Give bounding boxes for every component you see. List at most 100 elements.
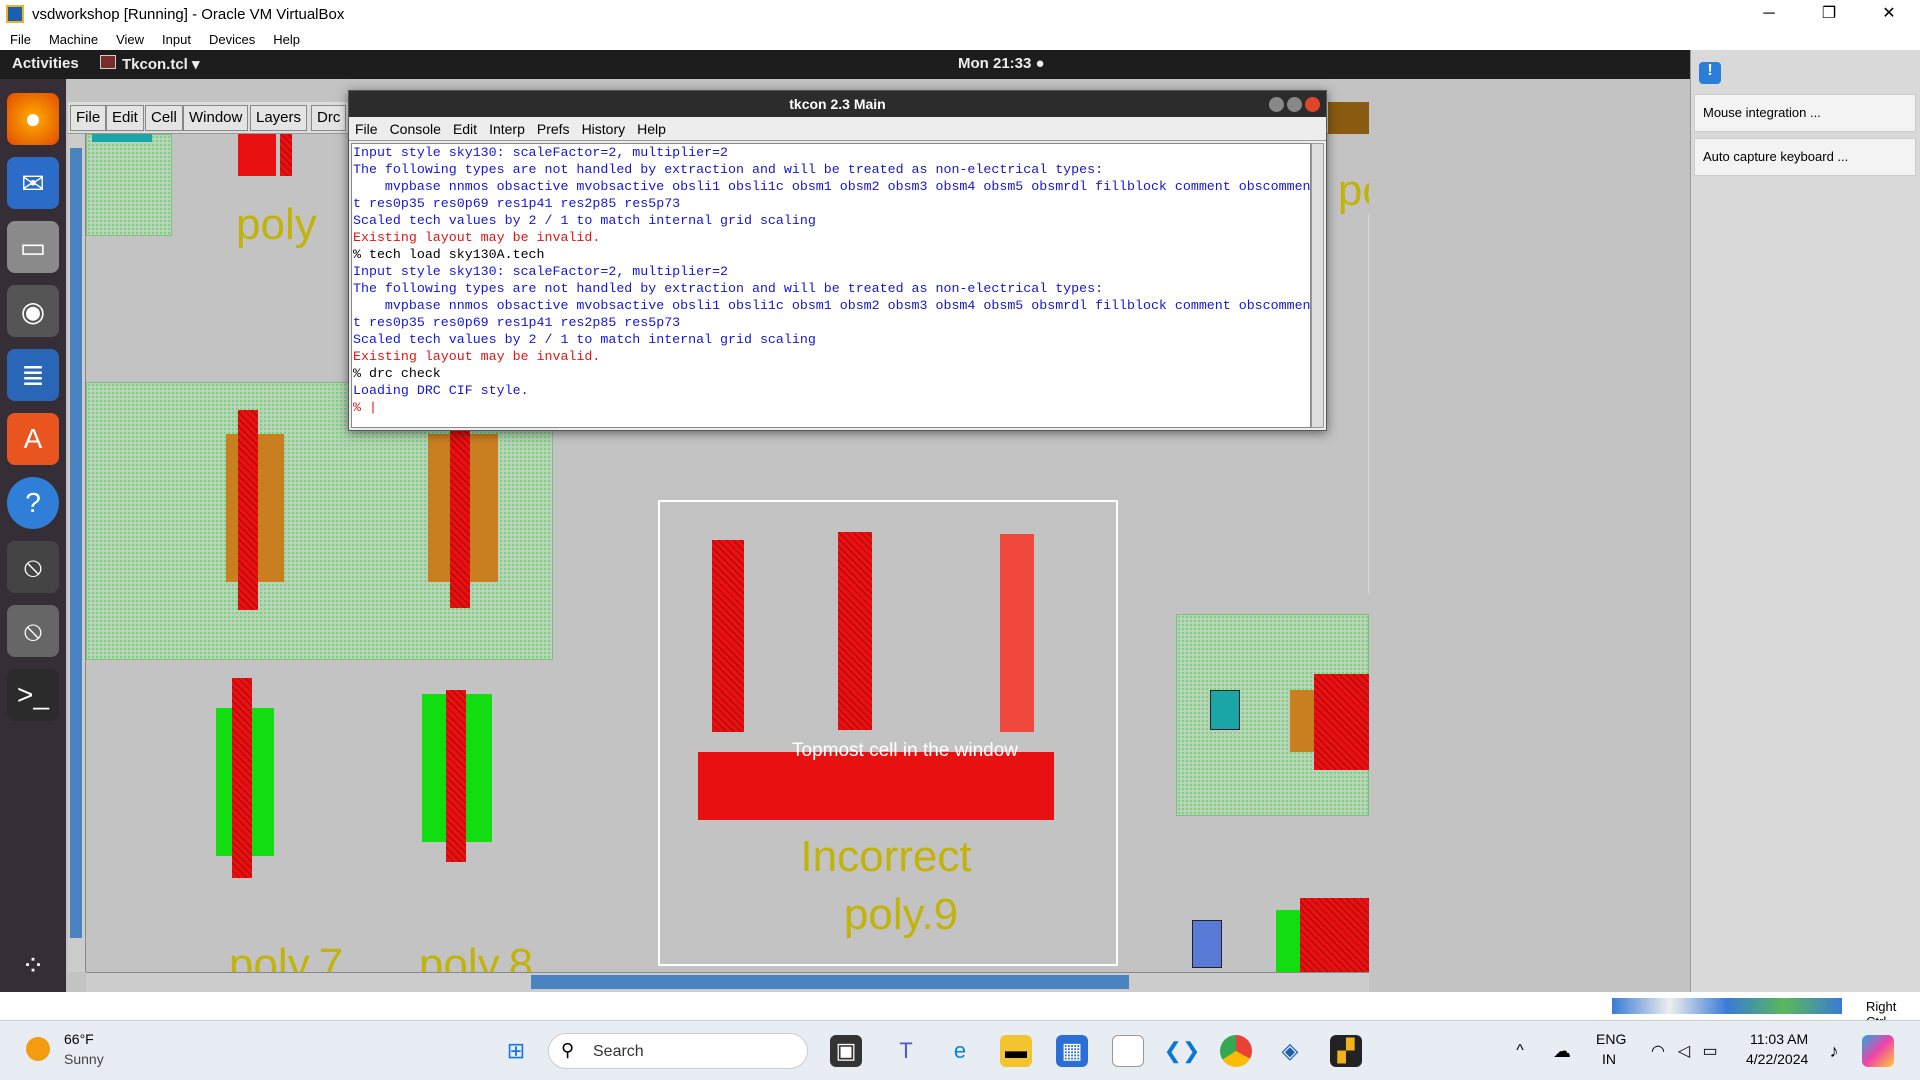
- magic-menu-layers[interactable]: Layers: [250, 105, 308, 131]
- weather-temp[interactable]: 66°F: [64, 1031, 94, 1047]
- status-device-icons[interactable]: [1612, 998, 1842, 1014]
- notepad-icon[interactable]: [1112, 1035, 1144, 1067]
- label-poly-partial: poly: [236, 200, 317, 249]
- tkcon-menu-file[interactable]: File: [355, 121, 378, 137]
- taskbar-date[interactable]: 4/22/2024: [1746, 1051, 1808, 1067]
- show-apps-icon[interactable]: ⁘: [7, 939, 59, 991]
- edge-icon[interactable]: e: [944, 1035, 976, 1067]
- tkcon-menu-edit[interactable]: Edit: [453, 121, 477, 137]
- file-explorer-icon[interactable]: ▬: [1000, 1035, 1032, 1067]
- virtualbox-taskbar-icon[interactable]: ◈: [1274, 1035, 1306, 1067]
- vb-menu-devices[interactable]: Devices: [209, 32, 255, 47]
- magic-menu-drc[interactable]: Drc: [311, 105, 347, 131]
- thunderbird-icon[interactable]: ✉: [7, 157, 59, 209]
- magic-menu-window[interactable]: Window: [183, 105, 249, 131]
- vscroll-thumb[interactable]: [70, 148, 82, 938]
- magic-menu-cell[interactable]: Cell: [145, 105, 183, 131]
- contact-shape: [1210, 690, 1240, 730]
- poly-gate: [232, 678, 252, 878]
- battery-icon[interactable]: ▭: [1694, 1035, 1726, 1067]
- console-line: Existing layout may be invalid.: [353, 349, 601, 364]
- vb-menu-help[interactable]: Help: [273, 32, 300, 47]
- tkcon-scrollbar[interactable]: [1311, 143, 1324, 428]
- tkcon-menu-prefs[interactable]: Prefs: [537, 121, 570, 137]
- console-line: % tech load sky130A.tech: [353, 247, 545, 262]
- tkcon-menu-interp[interactable]: Interp: [489, 121, 525, 137]
- firefox-icon[interactable]: ●: [7, 93, 59, 145]
- notification-bell-icon[interactable]: ♪: [1818, 1035, 1850, 1067]
- weather-desc[interactable]: Sunny: [64, 1051, 104, 1067]
- vbox-notification-panel: ! Mouse integration ... Auto capture key…: [1690, 50, 1920, 992]
- tkcon-close-button[interactable]: [1305, 97, 1320, 112]
- vb-menu-input[interactable]: Input: [162, 32, 191, 47]
- tkcon-title: tkcon 2.3 Main: [789, 96, 886, 112]
- tkcon-menu-console[interactable]: Console: [390, 121, 441, 137]
- minimize-button[interactable]: ─: [1740, 0, 1798, 28]
- lang-2[interactable]: IN: [1602, 1051, 1616, 1067]
- terminal-icon[interactable]: >_: [7, 669, 59, 721]
- info-icon: !: [1699, 62, 1721, 84]
- vb-menu-file[interactable]: File: [10, 32, 31, 47]
- taskbar-time[interactable]: 11:03 AM: [1750, 1031, 1808, 1047]
- poly-gate: [238, 410, 258, 610]
- vertical-scrollbar[interactable]: [68, 134, 86, 972]
- hscroll-thumb[interactable]: [531, 975, 1129, 989]
- magic-titlebar-strip: [1328, 102, 1369, 134]
- magic-app-icon[interactable]: ⦸: [7, 541, 59, 593]
- tkcon-minimize-button[interactable]: [1269, 97, 1284, 112]
- vbox-titlebar: vsdworkshop [Running] - Oracle VM Virtua…: [0, 0, 1920, 28]
- help-icon[interactable]: ?: [7, 477, 59, 529]
- poly-shape: [1300, 898, 1369, 972]
- magic-menu-file[interactable]: File: [70, 105, 107, 131]
- vscode-icon[interactable]: ❮❯: [1164, 1035, 1201, 1067]
- console-line: % drc check: [353, 366, 441, 381]
- horizontal-scrollbar[interactable]: [86, 972, 1369, 992]
- notification-keyboard-capture[interactable]: Auto capture keyboard ...: [1694, 138, 1916, 176]
- poly-shape: [280, 134, 292, 176]
- diffusion-shape: [1290, 690, 1316, 752]
- lang-1[interactable]: ENG: [1596, 1031, 1626, 1047]
- console-line: t res0p35 res0p69 res1p41 res2p85 res5p7…: [353, 315, 681, 330]
- rhythmbox-icon[interactable]: ◉: [7, 285, 59, 337]
- activities-button[interactable]: Activities: [12, 55, 79, 72]
- close-button[interactable]: ✕: [1860, 0, 1918, 28]
- search-label: Search: [593, 1043, 644, 1060]
- console-line: mvpbase nnmos obsactive mvobsactive obsl…: [353, 298, 1311, 313]
- copilot-icon[interactable]: [1862, 1035, 1894, 1067]
- store-icon[interactable]: ▦: [1056, 1035, 1088, 1067]
- app-menu[interactable]: Tkcon.tcl ▾: [122, 55, 200, 73]
- tkcon-app-dock-icon[interactable]: ⦸: [7, 605, 59, 657]
- tkcon-menu-history[interactable]: History: [582, 121, 626, 137]
- start-icon[interactable]: ⊞: [500, 1035, 532, 1067]
- label-poly5: poly.5: [1337, 166, 1369, 215]
- tkcon-menu-help[interactable]: Help: [637, 121, 666, 137]
- software-icon[interactable]: A: [7, 413, 59, 465]
- magic-menu-edit[interactable]: Edit: [106, 105, 144, 131]
- poly-resistor-shape: [1000, 534, 1034, 732]
- vb-menu-view[interactable]: View: [116, 32, 144, 47]
- tkcon-window: tkcon 2.3 Main File Console Edit Interp …: [348, 90, 1327, 431]
- tkcon-console-output[interactable]: Input style sky130: scaleFactor=2, multi…: [351, 143, 1311, 428]
- maximize-button[interactable]: ❐: [1800, 0, 1858, 28]
- files-icon[interactable]: ▭: [7, 221, 59, 273]
- poly-gate: [450, 430, 470, 608]
- teams-icon[interactable]: T: [890, 1035, 922, 1067]
- tkcon-titlebar[interactable]: tkcon 2.3 Main: [349, 91, 1326, 117]
- tkcon-app-icon: [100, 55, 116, 69]
- writer-icon[interactable]: ≣: [7, 349, 59, 401]
- tkcon-maximize-button[interactable]: [1287, 97, 1302, 112]
- search-box[interactable]: ⚲ Search: [548, 1033, 808, 1069]
- task-view-icon[interactable]: ▣: [830, 1035, 862, 1067]
- console-line: The following types are not handled by e…: [353, 281, 1104, 296]
- vbox-vm-icon[interactable]: ▞: [1330, 1035, 1362, 1067]
- console-line: mvpbase nnmos obsactive mvobsactive obsl…: [353, 179, 1311, 194]
- vb-menu-machine[interactable]: Machine: [49, 32, 98, 47]
- layout-edge-strip: [1368, 214, 1369, 594]
- gnome-topbar: Activities Tkcon.tcl ▾ Mon 21:33 ●: [0, 50, 1690, 79]
- onedrive-icon[interactable]: ☁: [1546, 1035, 1578, 1067]
- chrome-icon[interactable]: [1220, 1035, 1252, 1067]
- show-hidden-icons[interactable]: ^: [1504, 1035, 1536, 1067]
- notification-mouse-integration[interactable]: Mouse integration ...: [1694, 94, 1916, 132]
- clock[interactable]: Mon 21:33 ●: [958, 55, 1045, 72]
- windows-taskbar: 66°F Sunny ⊞ ⚲ Search ▣ T e ▬ ▦ ❮❯ ◈ ▞ ^…: [0, 1020, 1920, 1080]
